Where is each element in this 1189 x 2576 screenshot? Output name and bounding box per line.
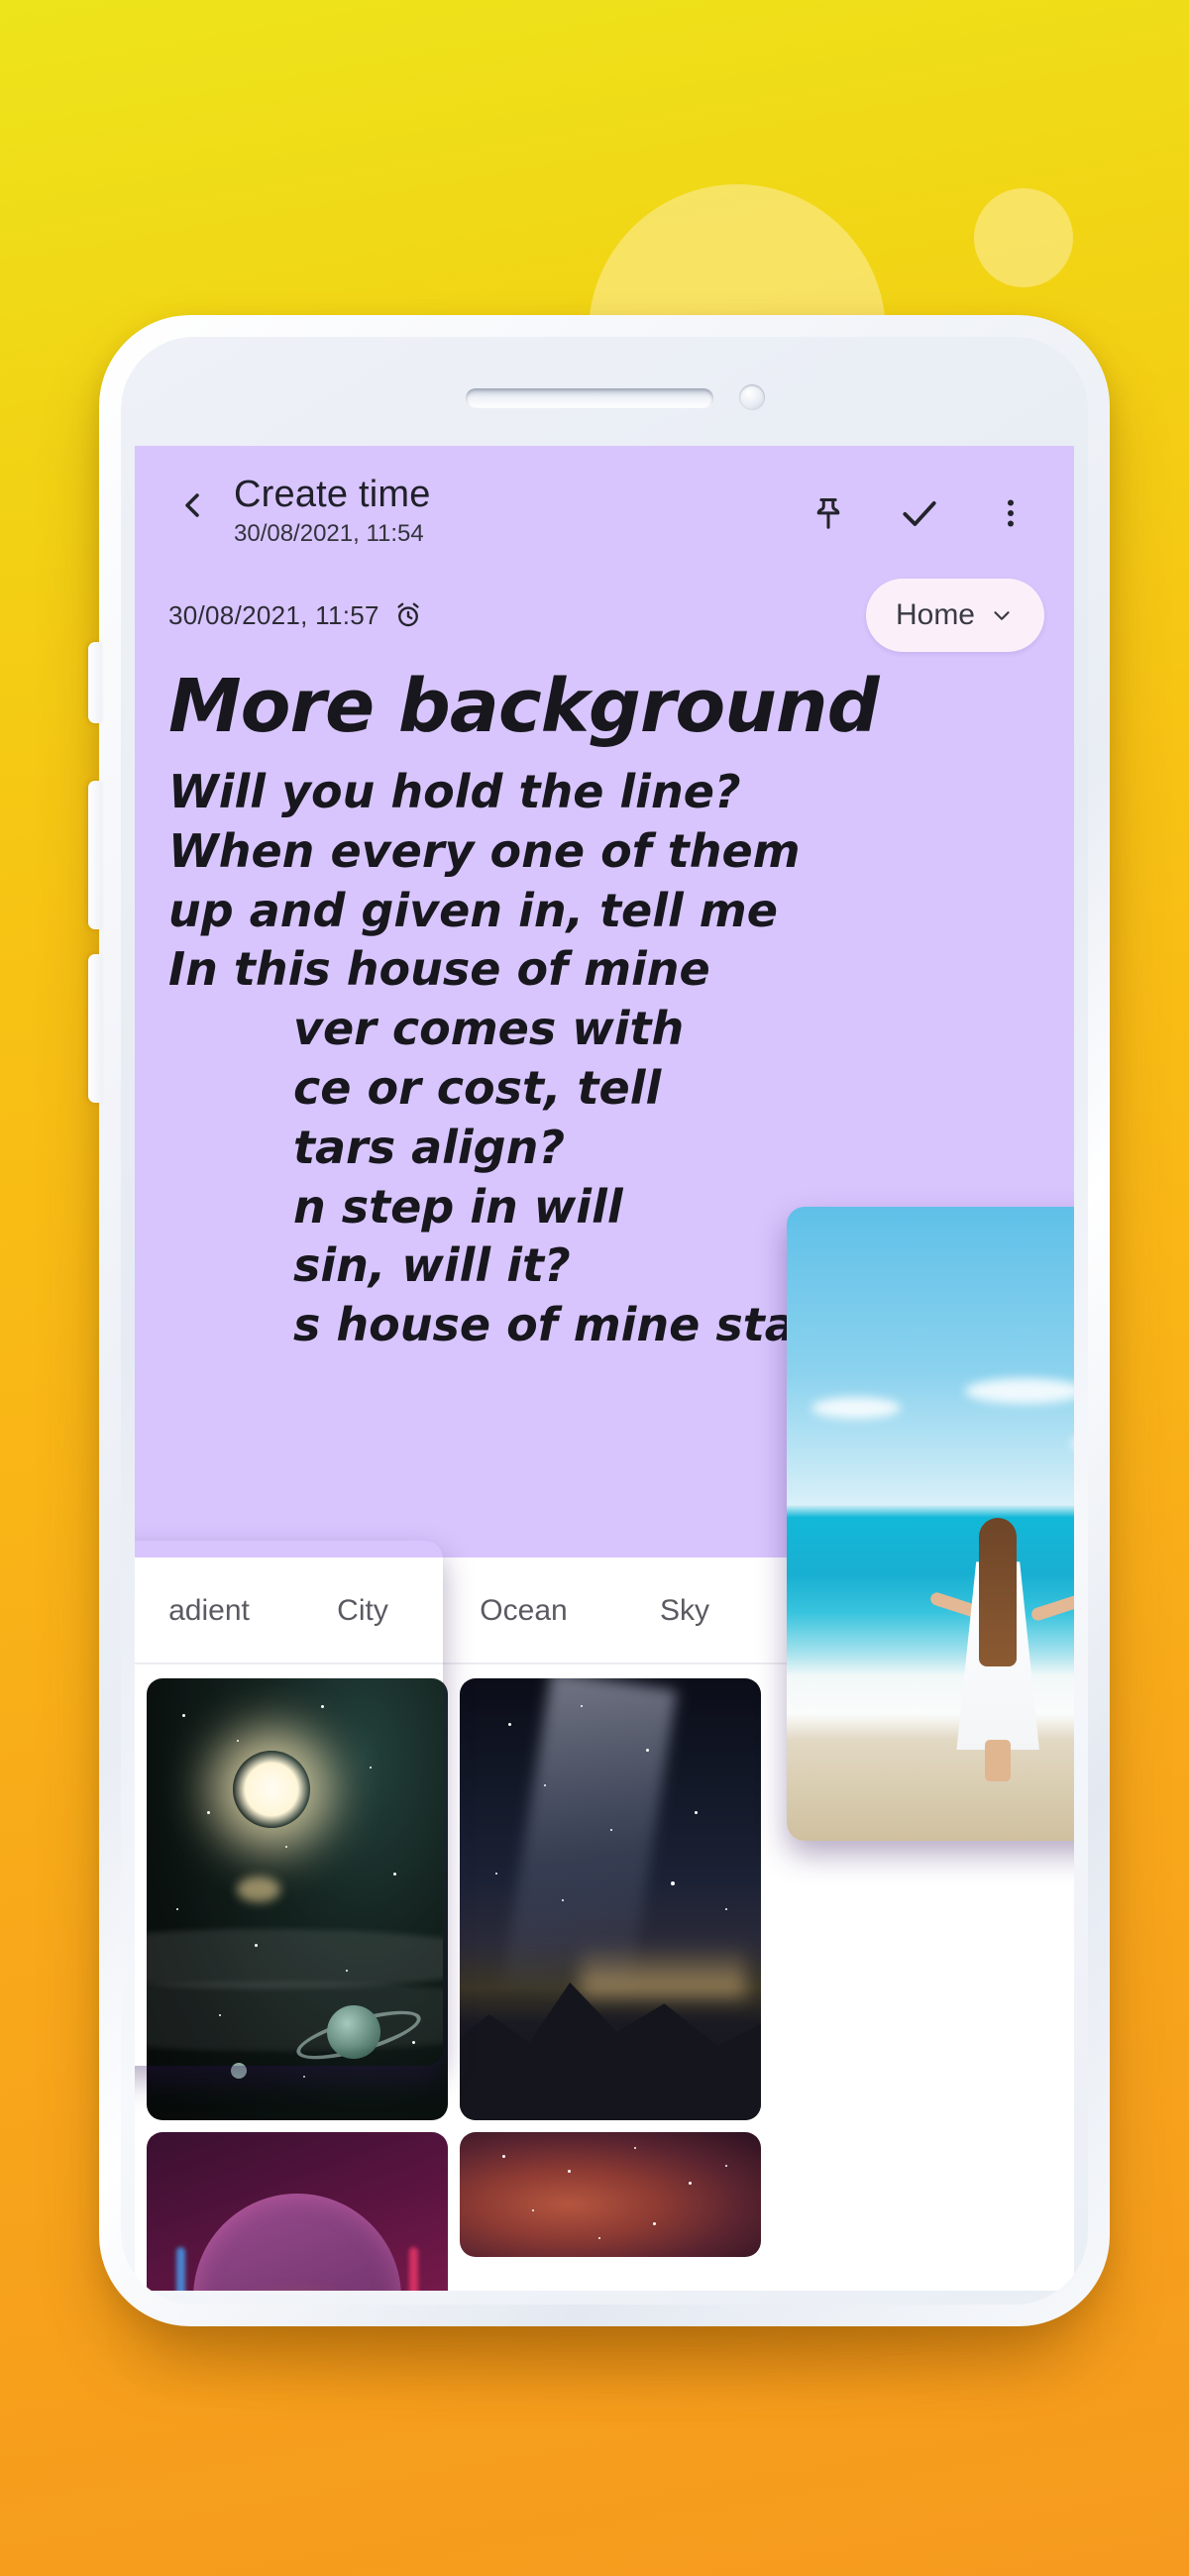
page-title: Create time xyxy=(234,474,431,515)
sun-icon xyxy=(233,1751,311,1828)
overflow-menu-button[interactable] xyxy=(975,478,1046,549)
earpiece-speaker xyxy=(466,388,713,408)
back-button[interactable] xyxy=(157,470,228,541)
folder-label: Home xyxy=(895,598,975,631)
neon-light-left xyxy=(176,2246,186,2291)
app-bar-actions xyxy=(793,470,1046,549)
note-line: Will you hold the line? xyxy=(168,765,741,818)
wallpaper-red-nebula[interactable] xyxy=(460,2132,761,2257)
chevron-left-icon xyxy=(185,493,199,517)
note-line: When every one of them xyxy=(168,823,801,878)
tab-ocean[interactable]: Ocean xyxy=(442,1557,605,1664)
ocean-sunset-image[interactable] xyxy=(135,1541,443,2066)
note-line: ver comes with xyxy=(293,1002,685,1056)
neon-light-right xyxy=(408,2246,418,2291)
legs xyxy=(985,1739,1012,1781)
hair xyxy=(979,1517,1018,1666)
modified-date: 30/08/2021, 11:57 xyxy=(168,599,379,630)
app-bar-titles: Create time 30/08/2021, 11:54 xyxy=(228,470,793,548)
note-line: In this house of mine xyxy=(168,942,710,997)
note-line: tars align? xyxy=(293,1120,566,1174)
chevron-down-icon xyxy=(994,611,1010,620)
folder-selector[interactable]: Home xyxy=(865,579,1044,652)
background-circle-small xyxy=(974,188,1073,287)
sunset-scene xyxy=(135,1541,443,2066)
confirm-button[interactable] xyxy=(884,478,955,549)
note-line: ce or cost, tell xyxy=(293,1060,662,1115)
phone-bezel: Create time 30/08/2021, 11:54 30/08/2021… xyxy=(121,337,1088,2305)
phone-side-button-3[interactable] xyxy=(88,954,102,1103)
front-camera-icon xyxy=(739,384,765,410)
create-time-value: 30/08/2021, 11:54 xyxy=(234,519,424,547)
horizon-glow xyxy=(580,1943,746,1997)
stars-layer xyxy=(460,2132,761,2257)
note-title[interactable]: More background xyxy=(135,654,1074,751)
wallpaper-astronaut[interactable] xyxy=(147,2132,448,2291)
note-meta-row: 30/08/2021, 11:57 Home xyxy=(135,571,1074,654)
wallpaper-milky-way[interactable] xyxy=(460,1678,761,2120)
reminder-button[interactable] xyxy=(393,600,423,630)
helmet-icon xyxy=(193,2194,401,2291)
phone-side-button-2[interactable] xyxy=(88,781,102,929)
app-bar: Create time 30/08/2021, 11:54 xyxy=(135,446,1074,571)
beach-scene xyxy=(787,1207,1074,1841)
pin-icon xyxy=(816,498,840,529)
alarm-clock-icon xyxy=(397,602,419,627)
check-icon xyxy=(903,500,936,526)
more-vertical-icon xyxy=(1008,499,1014,527)
note-line: up and given in, tell me xyxy=(168,883,778,937)
phone-device: Create time 30/08/2021, 11:54 30/08/2021… xyxy=(88,315,1110,2326)
phone-side-button-1[interactable] xyxy=(88,642,102,723)
beach-woman-image[interactable] xyxy=(787,1207,1074,1841)
sun-reflection xyxy=(237,1877,281,1903)
pin-button[interactable] xyxy=(793,478,864,549)
phone-screen: Create time 30/08/2021, 11:54 30/08/2021… xyxy=(135,446,1074,2291)
arm-right xyxy=(1029,1590,1074,1623)
tab-sky[interactable]: Sky xyxy=(605,1557,764,1664)
